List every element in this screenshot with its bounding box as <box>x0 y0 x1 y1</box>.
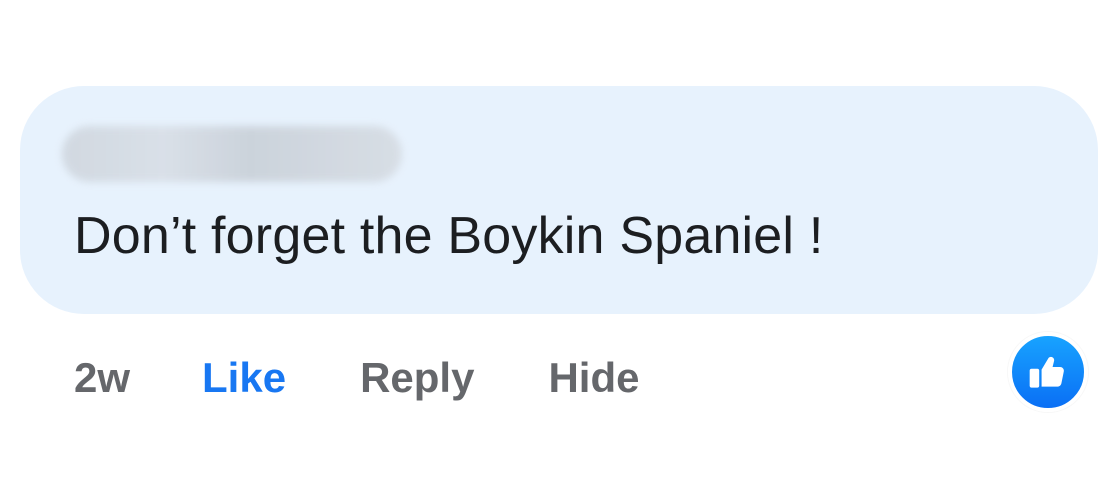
reply-button[interactable]: Reply <box>360 354 474 402</box>
author-name-blurred <box>62 126 402 182</box>
comment-timestamp: 2w <box>74 354 131 401</box>
comment-actions: 2w Like Reply Hide <box>74 346 639 410</box>
reaction-badge[interactable] <box>1008 332 1088 412</box>
thumbs-up-icon <box>1029 356 1064 388</box>
like-button[interactable]: Like <box>202 354 286 402</box>
comment-text: Don’t forget the Boykin Spaniel ! <box>74 207 824 265</box>
hide-button[interactable]: Hide <box>548 354 639 402</box>
